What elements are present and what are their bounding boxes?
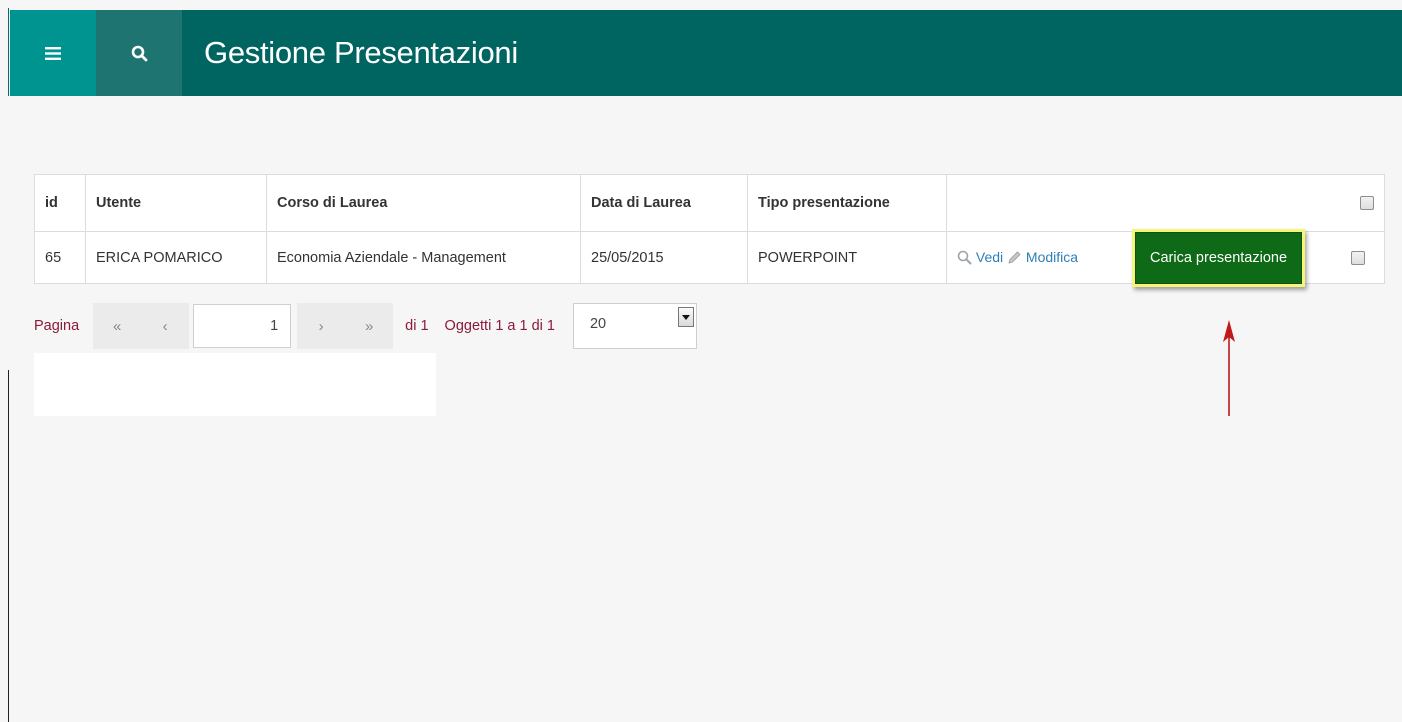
pagination-bar: Pagina « ‹ › » di 1 Oggetti 1 a 1 di 1 2… [34,303,697,349]
search-icon [131,45,147,61]
annotation-arrow-icon [1223,320,1235,416]
empty-panel [34,353,436,416]
first-page-button[interactable]: « [93,303,142,349]
column-header-tipo[interactable]: Tipo presentazione [747,174,947,232]
cell-id: 65 [34,231,86,284]
column-header-data[interactable]: Data di Laurea [580,174,748,232]
page-size-select[interactable]: 20 [572,303,697,349]
last-page-button[interactable]: » [345,303,394,349]
page-count-label: di 1 [405,318,429,334]
menu-icon [45,46,61,60]
magnifier-icon [957,250,972,265]
page-title: Gestione Presentazioni [204,35,518,70]
select-all-checkbox[interactable] [1360,196,1374,211]
upload-presentation-button[interactable]: Carica presentazione [1135,232,1303,284]
edit-link-label: Modifica [1025,249,1079,265]
column-header-actions [946,174,1385,232]
page-number-input[interactable] [193,304,292,348]
table-header-row: id Utente Corso di Laurea Data di Laurea… [34,174,1385,232]
window-edge [8,8,9,96]
search-button[interactable] [96,10,182,96]
dropdown-arrow-icon [677,307,694,327]
cell-utente: ERICA POMARICO [85,231,267,284]
column-header-corso[interactable]: Corso di Laurea [266,174,581,232]
column-header-id[interactable]: id [34,174,86,232]
upload-button-highlight: Carica presentazione [1132,229,1306,287]
view-link-label: Vedi [975,249,1004,265]
items-count-label: Oggetti 1 a 1 di 1 [444,318,555,334]
prev-page-button[interactable]: ‹ [141,303,190,349]
column-header-utente[interactable]: Utente [85,174,267,232]
row-checkbox[interactable] [1351,251,1365,265]
menu-button[interactable] [10,10,96,96]
pencil-icon [1008,251,1021,264]
edit-link[interactable]: Modifica [1007,249,1078,265]
cell-data: 25/05/2015 [580,231,748,284]
cell-tipo: POWERPOINT [747,231,947,284]
cell-corso: Economia Aziendale - Management [266,231,581,284]
page-size-value: 20 [589,316,607,332]
window-edge [8,370,9,722]
next-page-button[interactable]: › [297,303,346,349]
view-link[interactable]: Vedi [957,249,1007,265]
pager-label: Pagina [34,318,80,334]
app-header: Gestione Presentazioni [10,10,1402,96]
